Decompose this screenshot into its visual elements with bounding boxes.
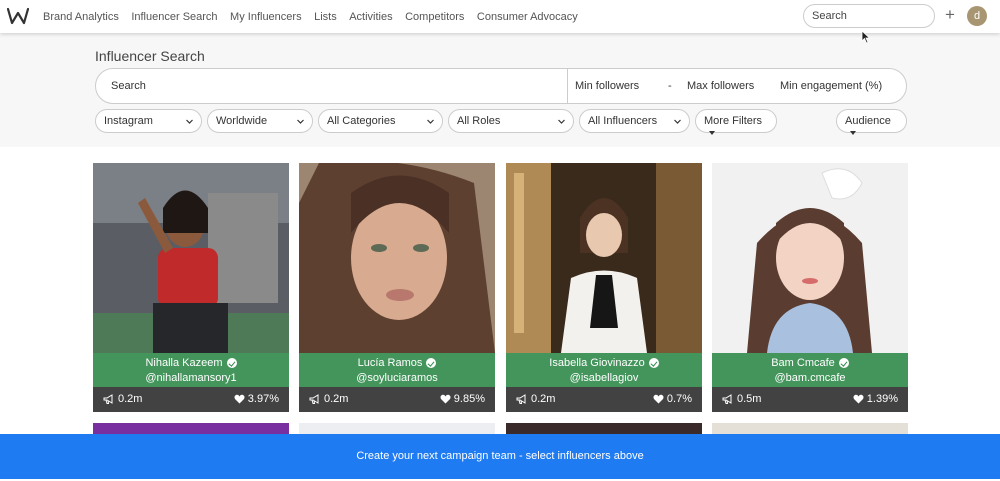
search-panel: Influencer Search Search Min followers -… (0, 33, 1000, 147)
top-navigation-bar: Brand Analytics Influencer Search My Inf… (0, 0, 1000, 33)
influencer-handle: @isabellagiov (569, 372, 639, 384)
nav-brand-analytics[interactable]: Brand Analytics (43, 11, 119, 23)
brand-logo-icon[interactable] (7, 7, 29, 25)
influencer-card[interactable]: Lucía Ramos @soyluciaramos 0.2m 9.85% (299, 163, 495, 412)
influencer-stats: 0.5m 1.39% (712, 387, 908, 412)
engagement-rate: 1.39% (866, 393, 898, 405)
max-followers-input[interactable]: Max followers (687, 80, 754, 92)
influencer-type-select[interactable]: All Influencers (579, 109, 690, 133)
influencer-name[interactable]: Bam Cmcafe (771, 357, 835, 369)
influencer-type-select-label: All Influencers (588, 115, 658, 127)
influencer-name-band: Nihalla Kazeem @nihallamansory1 (93, 353, 289, 387)
campaign-team-banner[interactable]: Create your next campaign team - select … (0, 434, 1000, 479)
follower-count: 0.5m (737, 393, 762, 405)
influencer-handle: @bam.cmcafe (774, 372, 846, 384)
global-search-input[interactable]: Search (803, 4, 935, 28)
heart-icon (234, 394, 245, 404)
location-select-label: Worldwide (216, 115, 268, 127)
influencer-photo (93, 163, 289, 353)
chevron-down-icon (297, 119, 304, 124)
influencer-card[interactable]: Isabella Giovinazzo @isabellagiov 0.2m 0… (506, 163, 702, 412)
verified-icon (838, 358, 849, 368)
audience-button[interactable]: Audience (836, 109, 907, 136)
influencer-photo (506, 163, 702, 353)
heart-icon (653, 394, 664, 404)
influencer-photo (712, 163, 908, 353)
main-nav: Brand Analytics Influencer Search My Inf… (43, 0, 590, 33)
heart-icon (440, 394, 451, 404)
verified-icon (648, 358, 659, 368)
nav-competitors[interactable]: Competitors (405, 11, 464, 23)
nav-my-influencers[interactable]: My Influencers (230, 11, 302, 23)
influencer-stats: 0.2m 0.7% (506, 387, 702, 412)
influencer-name-band: Bam Cmcafe @bam.cmcafe (712, 353, 908, 387)
caret-down-icon (850, 131, 856, 136)
nav-lists[interactable]: Lists (314, 11, 337, 23)
nav-activities[interactable]: Activities (349, 11, 392, 23)
mouse-cursor-icon (861, 30, 871, 44)
role-select-label: All Roles (457, 115, 501, 127)
chevron-down-icon (558, 119, 565, 124)
megaphone-icon (722, 394, 732, 404)
role-select[interactable]: All Roles (448, 109, 574, 133)
caret-down-icon (709, 131, 715, 136)
influencer-name[interactable]: Lucía Ramos (358, 357, 423, 369)
influencer-name-band: Isabella Giovinazzo @isabellagiov (506, 353, 702, 387)
category-select-label: All Categories (327, 115, 396, 127)
more-filters-label: More Filters (704, 115, 763, 127)
nav-consumer-advocacy[interactable]: Consumer Advocacy (477, 11, 578, 23)
follower-count: 0.2m (118, 393, 143, 405)
influencer-photo (299, 163, 495, 353)
chevron-down-icon (186, 119, 193, 124)
engagement-rate: 9.85% (453, 393, 485, 405)
heart-icon (853, 394, 864, 404)
chevron-down-icon (674, 119, 681, 124)
influencer-search-box: Search Min followers - Max followers Min… (95, 68, 907, 104)
follower-count: 0.2m (324, 393, 349, 405)
chevron-down-icon (427, 119, 434, 124)
megaphone-icon (516, 394, 526, 404)
influencer-search-input[interactable]: Search (111, 80, 146, 92)
location-select[interactable]: Worldwide (207, 109, 313, 133)
min-followers-input[interactable]: Min followers (575, 80, 639, 92)
follower-count: 0.2m (531, 393, 556, 405)
influencer-stats: 0.2m 3.97% (93, 387, 289, 412)
influencer-stats: 0.2m 9.85% (299, 387, 495, 412)
more-filters-button[interactable]: More Filters (695, 109, 777, 136)
min-engagement-input[interactable]: Min engagement (%) (780, 80, 882, 92)
megaphone-icon (103, 394, 113, 404)
engagement-rate: 0.7% (666, 393, 692, 405)
verified-icon (426, 358, 437, 368)
range-dash: - (668, 80, 672, 92)
influencer-handle: @nihallamansory1 (145, 372, 237, 384)
add-icon[interactable]: + (942, 5, 958, 25)
influencer-card[interactable]: Bam Cmcafe @bam.cmcafe 0.5m 1.39% (712, 163, 908, 412)
verified-icon (226, 358, 237, 368)
platform-select-label: Instagram (104, 115, 153, 127)
influencer-name[interactable]: Nihalla Kazeem (145, 357, 222, 369)
platform-select[interactable]: Instagram (95, 109, 202, 133)
search-divider (567, 69, 568, 103)
influencer-name[interactable]: Isabella Giovinazzo (549, 357, 644, 369)
user-avatar[interactable]: d (967, 6, 987, 26)
influencer-handle: @soyluciaramos (356, 372, 438, 384)
influencer-card[interactable]: Nihalla Kazeem @nihallamansory1 0.2m 3.9… (93, 163, 289, 412)
category-select[interactable]: All Categories (318, 109, 443, 133)
nav-influencer-search[interactable]: Influencer Search (131, 11, 217, 23)
page-title: Influencer Search (95, 48, 205, 64)
influencer-name-band: Lucía Ramos @soyluciaramos (299, 353, 495, 387)
megaphone-icon (309, 394, 319, 404)
audience-label: Audience (845, 115, 891, 127)
engagement-rate: 3.97% (247, 393, 279, 405)
